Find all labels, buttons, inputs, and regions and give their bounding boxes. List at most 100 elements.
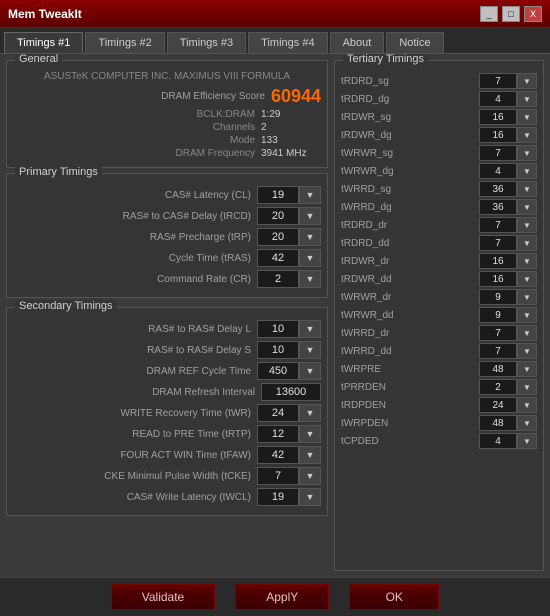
trdwr-dg-input[interactable]	[479, 127, 517, 143]
rass-select[interactable]: ▼	[299, 341, 321, 359]
close-button[interactable]: X	[524, 6, 542, 22]
twrrd-dg-select[interactable]: ▼	[517, 199, 537, 215]
trdwr-dd-select[interactable]: ▼	[517, 271, 537, 287]
validate-button[interactable]: Validate	[111, 584, 215, 610]
timing-row-trcd: RAS# to CAS# Delay (tRCD) ▼	[13, 207, 321, 225]
trp-select[interactable]: ▼	[299, 228, 321, 246]
twrrd-dr-select[interactable]: ▼	[517, 325, 537, 341]
cr-input[interactable]	[257, 270, 299, 288]
tfaw-input[interactable]	[257, 446, 299, 464]
tcpded-select[interactable]: ▼	[517, 433, 537, 449]
secondary-row-ref: DRAM REF Cycle Time ▼	[13, 362, 321, 380]
tab-notice[interactable]: Notice	[386, 32, 443, 53]
ref-input[interactable]	[257, 362, 299, 380]
trdrd-dg-select[interactable]: ▼	[517, 91, 537, 107]
twcl-input[interactable]	[257, 488, 299, 506]
trdrd-dr-select[interactable]: ▼	[517, 217, 537, 233]
trp-input[interactable]	[257, 228, 299, 246]
tert-trdwr-dr: tRDWR_dr ▼	[341, 253, 537, 269]
tab-timings3[interactable]: Timings #3	[167, 32, 246, 53]
tras-select[interactable]: ▼	[299, 249, 321, 267]
secondary-rows: RAS# to RAS# Delay L ▼ RAS# to RAS# Dela…	[13, 320, 321, 506]
twrpre-select[interactable]: ▼	[517, 361, 537, 377]
trdrd-dr-input[interactable]	[479, 217, 517, 233]
tab-timings2[interactable]: Timings #2	[85, 32, 164, 53]
twrrd-dg-input[interactable]	[479, 199, 517, 215]
tab-about[interactable]: About	[330, 32, 385, 53]
apply-button[interactable]: ApplY	[235, 584, 329, 610]
twr-select[interactable]: ▼	[299, 404, 321, 422]
ok-button[interactable]: OK	[349, 584, 439, 610]
twrwr-sg-input[interactable]	[479, 145, 517, 161]
trcd-label: RAS# to CAS# Delay (tRCD)	[13, 211, 257, 222]
tfaw-label: FOUR ACT WIN Time (tFAW)	[13, 450, 257, 461]
twcl-select[interactable]: ▼	[299, 488, 321, 506]
bclk-row: BCLK:DRAM 1:29	[13, 109, 321, 120]
freq-row: DRAM Frequency 3941 MHz	[13, 148, 321, 159]
twrwr-dg-select[interactable]: ▼	[517, 163, 537, 179]
timing-row-tras: Cycle Time (tRAS) ▼	[13, 249, 321, 267]
trtp-input[interactable]	[257, 425, 299, 443]
trcd-select[interactable]: ▼	[299, 207, 321, 225]
twrpden-input[interactable]	[479, 415, 517, 431]
twrwr-dr-select[interactable]: ▼	[517, 289, 537, 305]
mode-row: Mode 133	[13, 135, 321, 146]
twrrd-dd-select[interactable]: ▼	[517, 343, 537, 359]
trdrd-dd-select[interactable]: ▼	[517, 235, 537, 251]
twrpden-select[interactable]: ▼	[517, 415, 537, 431]
rass-input[interactable]	[257, 341, 299, 359]
trdrd-sg-input[interactable]	[479, 73, 517, 89]
refi-input[interactable]	[261, 383, 321, 401]
rasl-select[interactable]: ▼	[299, 320, 321, 338]
twrrd-sg-input[interactable]	[479, 181, 517, 197]
trdwr-dd-input[interactable]	[479, 271, 517, 287]
twr-label: WRITE Recovery Time (tWR)	[13, 408, 257, 419]
twrwr-sg-select[interactable]: ▼	[517, 145, 537, 161]
trdwr-dr-input[interactable]	[479, 253, 517, 269]
tfaw-select[interactable]: ▼	[299, 446, 321, 464]
trdrd-dg-input[interactable]	[479, 91, 517, 107]
maximize-button[interactable]: □	[502, 6, 520, 22]
tert-trdrd-dr: tRDRD_dr ▼	[341, 217, 537, 233]
cl-select[interactable]: ▼	[299, 186, 321, 204]
tab-timings1[interactable]: Timings #1	[4, 32, 83, 53]
twrwr-dd-input[interactable]	[479, 307, 517, 323]
timing-row-trp: RAS# Precharge (tRP) ▼	[13, 228, 321, 246]
trdpden-input[interactable]	[479, 397, 517, 413]
trdpden-select[interactable]: ▼	[517, 397, 537, 413]
twrpre-input[interactable]	[479, 361, 517, 377]
trtp-select[interactable]: ▼	[299, 425, 321, 443]
general-content: ASUSTeK COMPUTER INC. MAXIMUS VIII FORMU…	[13, 71, 321, 159]
cr-select[interactable]: ▼	[299, 270, 321, 288]
trdwr-sg-input[interactable]	[479, 109, 517, 125]
rasl-input[interactable]	[257, 320, 299, 338]
tcpded-input[interactable]	[479, 433, 517, 449]
trdwr-dr-select[interactable]: ▼	[517, 253, 537, 269]
tab-timings4[interactable]: Timings #4	[248, 32, 327, 53]
trdrd-dd-input[interactable]	[479, 235, 517, 251]
primary-timings-group: Primary Timings CAS# Latency (CL) ▼ RAS#…	[6, 173, 328, 298]
channels-label: Channels	[213, 122, 255, 133]
trdwr-sg-select[interactable]: ▼	[517, 109, 537, 125]
dram-score-value: 60944	[271, 86, 321, 107]
tras-input[interactable]	[257, 249, 299, 267]
twrwr-dd-select[interactable]: ▼	[517, 307, 537, 323]
trdwr-dg-select[interactable]: ▼	[517, 127, 537, 143]
minimize-button[interactable]: _	[480, 6, 498, 22]
ref-select[interactable]: ▼	[299, 362, 321, 380]
title-bar: Mem TweakIt _ □ X	[0, 0, 550, 28]
tert-twrrd-dd: tWRRD_dd ▼	[341, 343, 537, 359]
tcke-input[interactable]	[257, 467, 299, 485]
twrrd-dr-input[interactable]	[479, 325, 517, 341]
twrwr-dr-input[interactable]	[479, 289, 517, 305]
trcd-input[interactable]	[257, 207, 299, 225]
tprrden-select[interactable]: ▼	[517, 379, 537, 395]
tprrden-input[interactable]	[479, 379, 517, 395]
twrwr-dg-input[interactable]	[479, 163, 517, 179]
trdrd-sg-select[interactable]: ▼	[517, 73, 537, 89]
cl-input[interactable]	[257, 186, 299, 204]
twr-input[interactable]	[257, 404, 299, 422]
tcke-select[interactable]: ▼	[299, 467, 321, 485]
twrrd-dd-input[interactable]	[479, 343, 517, 359]
twrrd-sg-select[interactable]: ▼	[517, 181, 537, 197]
